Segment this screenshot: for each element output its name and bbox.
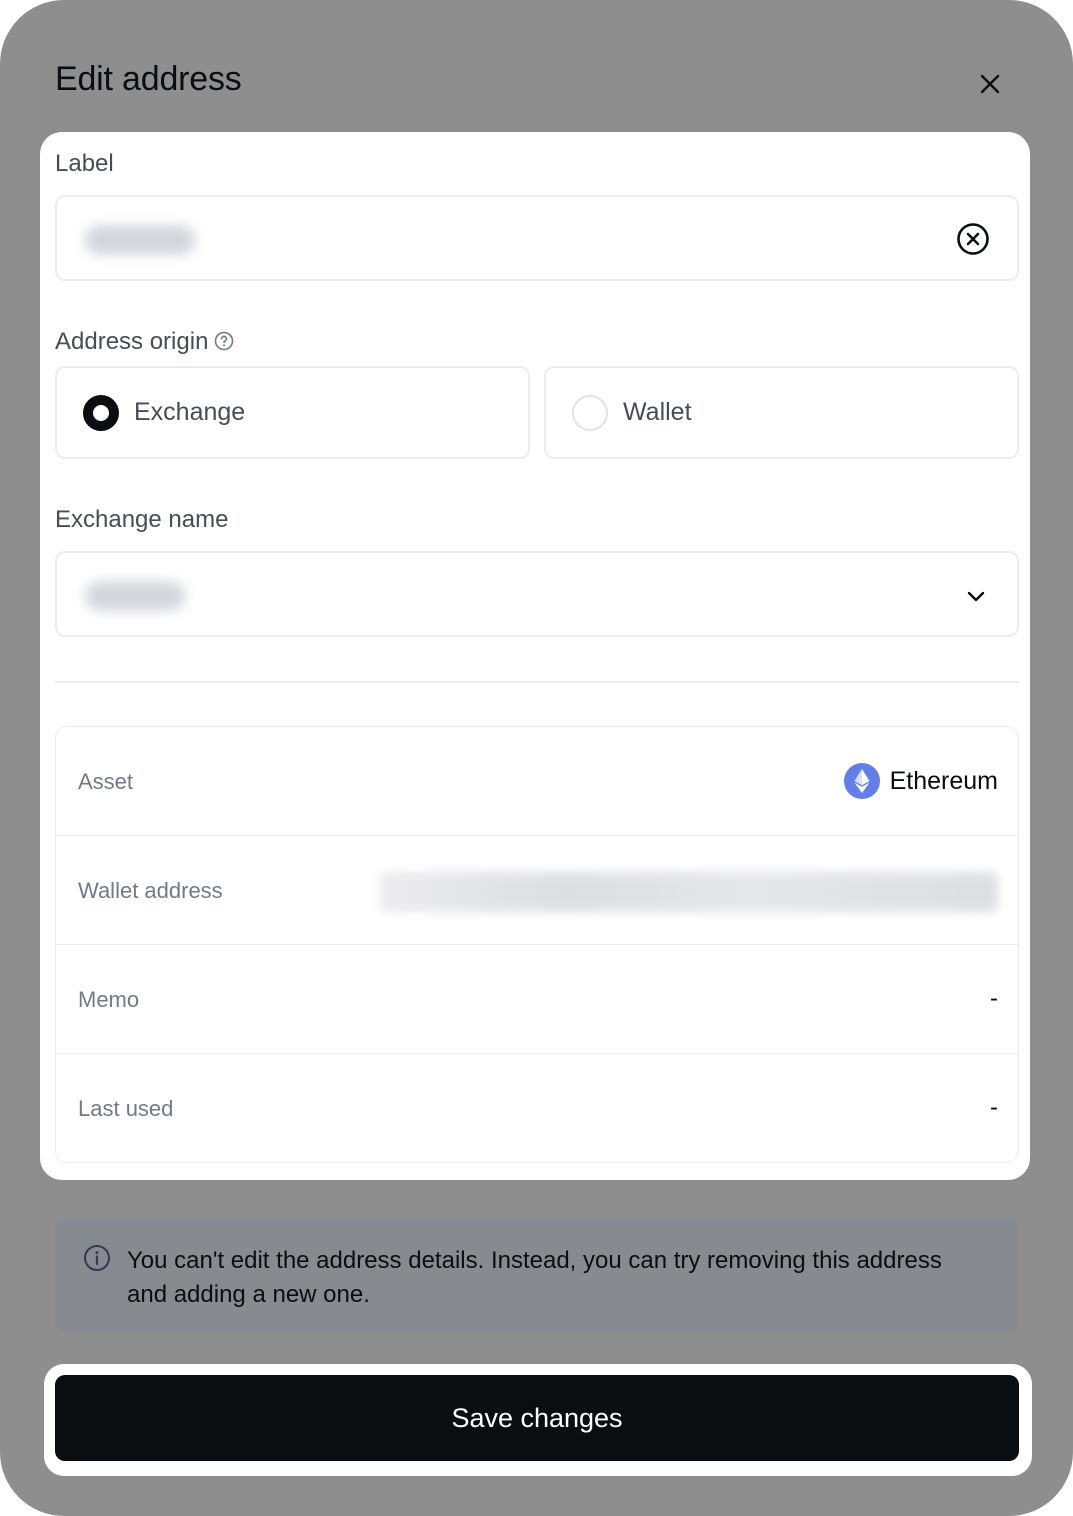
notice-text: You can't edit the address details. Inst… <box>127 1247 942 1308</box>
origin-option-label: Wallet <box>623 398 692 426</box>
exchange-name-label: Exchange name <box>55 506 229 533</box>
question-circle-icon[interactable] <box>214 331 234 351</box>
exchange-name-select[interactable] <box>55 551 1019 637</box>
asset-value: Ethereum <box>843 763 998 799</box>
origin-option-label: Exchange <box>134 398 246 426</box>
asset-name: Ethereum <box>889 766 998 795</box>
label-value-redacted <box>85 225 195 255</box>
info-icon <box>83 1244 111 1277</box>
footer: Save changes <box>44 1364 1032 1476</box>
wallet-address-redacted <box>380 872 998 912</box>
radio-unselected[interactable] <box>572 395 608 431</box>
chevron-down-icon[interactable] <box>961 581 991 611</box>
edit-address-modal: Edit address Label Address origin Exchan… <box>0 0 1073 1516</box>
last-used-value: - <box>990 1094 998 1121</box>
memo-value: - <box>990 985 998 1012</box>
detail-row-asset: Asset Ethereum <box>56 727 1018 836</box>
form-card: Label Address origin Exchange Wallet Exc… <box>40 132 1030 1180</box>
detail-row-wallet-address: Wallet address <box>56 836 1018 945</box>
info-notice: You can't edit the address details. Inst… <box>55 1220 1018 1332</box>
exchange-name-value-redacted <box>85 581 185 611</box>
address-details: Asset Ethereum Wallet address Memo - Las… <box>55 726 1019 1163</box>
detail-key: Last used <box>78 1096 174 1121</box>
save-changes-button[interactable]: Save changes <box>55 1375 1019 1461</box>
label-field-label: Label <box>55 150 114 177</box>
close-button[interactable] <box>972 66 1008 102</box>
close-icon <box>980 74 1000 94</box>
detail-key: Memo <box>78 987 140 1012</box>
origin-option-exchange[interactable]: Exchange <box>55 366 530 459</box>
section-divider <box>55 681 1019 683</box>
clear-label-button[interactable] <box>955 221 991 257</box>
label-input[interactable] <box>55 195 1019 281</box>
detail-row-memo: Memo - <box>56 945 1018 1054</box>
origin-option-wallet[interactable]: Wallet <box>544 366 1019 459</box>
modal-title: Edit address <box>55 60 242 98</box>
ethereum-icon <box>843 763 880 799</box>
detail-row-last-used: Last used - <box>56 1054 1018 1163</box>
detail-key: Asset <box>78 769 134 794</box>
detail-key: Wallet address <box>78 878 223 903</box>
clear-circle-icon <box>957 223 989 255</box>
address-origin-label: Address origin <box>55 328 234 356</box>
radio-selected[interactable] <box>83 395 119 431</box>
